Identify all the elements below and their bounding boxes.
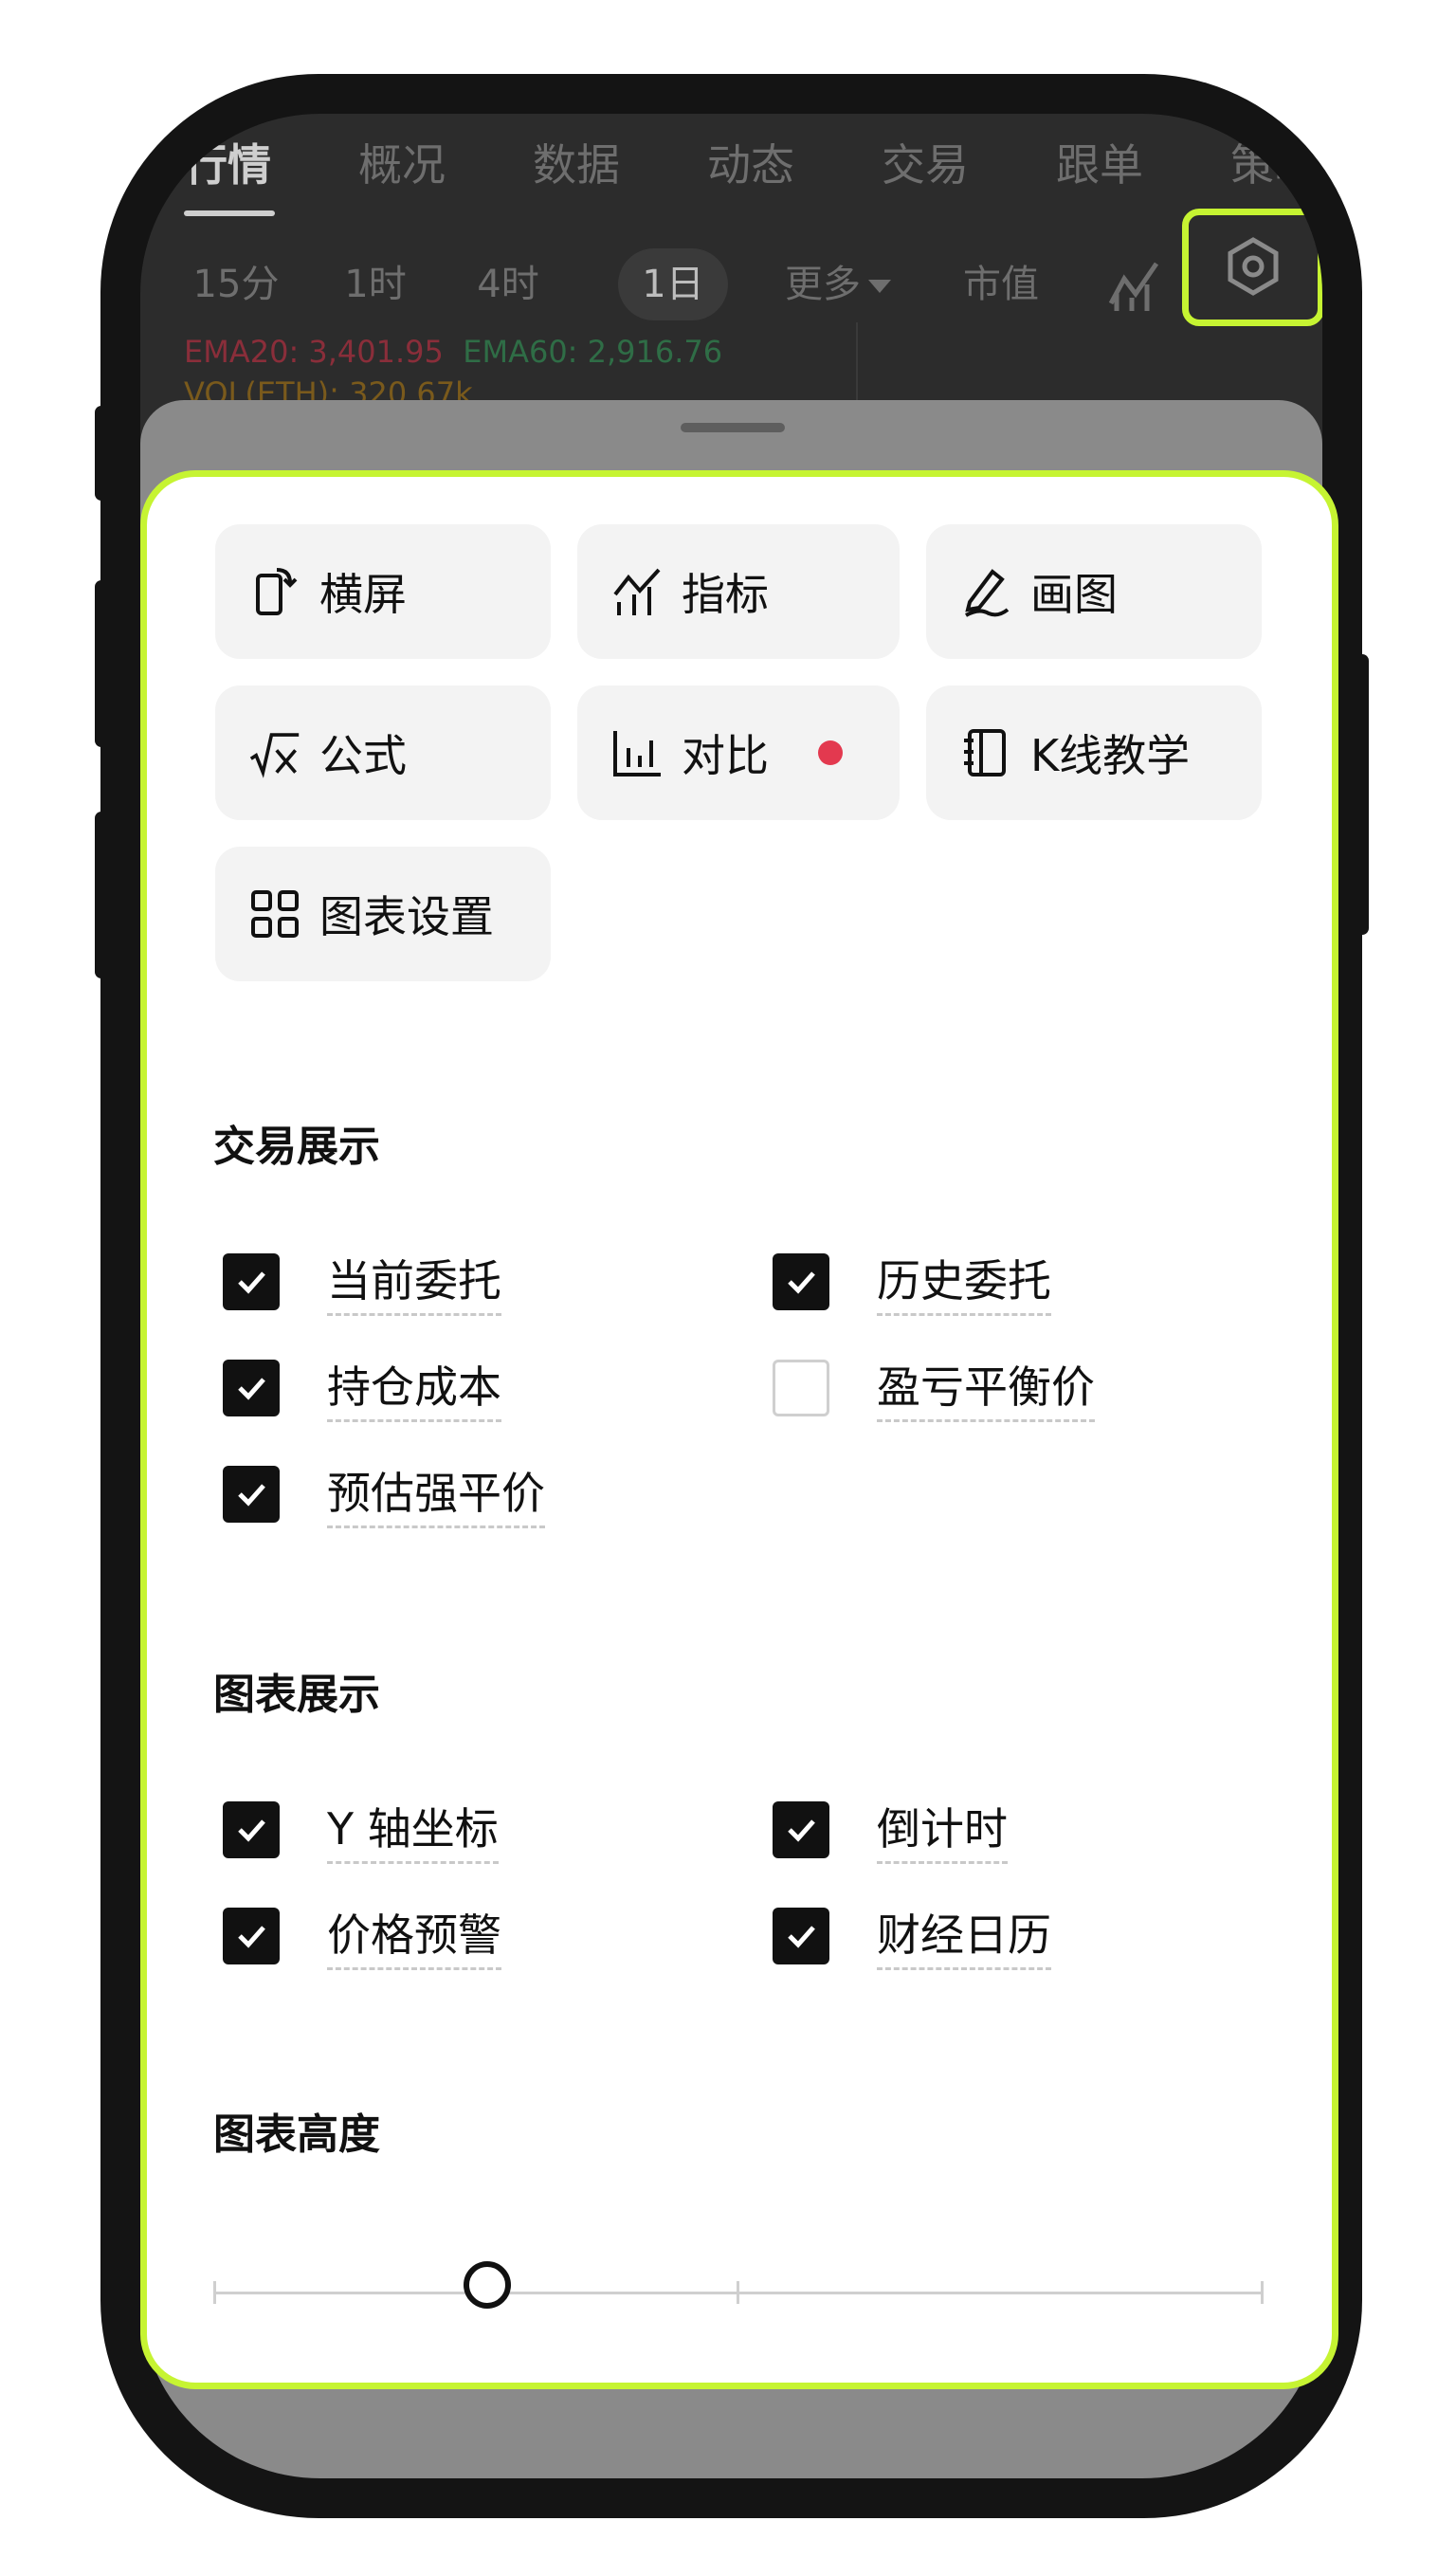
option-price-alert[interactable]: 价格预警 <box>223 1901 501 1970</box>
checkbox-checked[interactable] <box>223 1465 280 1523</box>
option-y-axis[interactable]: Y 轴坐标 <box>223 1795 499 1864</box>
timeframe-1h[interactable]: 1时 <box>330 248 421 320</box>
chart-settings-button[interactable] <box>1182 209 1322 326</box>
checkbox-checked[interactable] <box>773 1252 829 1310</box>
tab-market[interactable]: 行情 <box>184 131 271 193</box>
rotate-screen-icon <box>249 566 300 617</box>
option-countdown[interactable]: 倒计时 <box>773 1795 1008 1864</box>
checkbox-checked[interactable] <box>223 1800 280 1858</box>
checkbox-checked[interactable] <box>773 1907 829 1964</box>
kline-tutorial-button[interactable]: K线教学 <box>926 685 1262 820</box>
ema20-value: EMA20: 3,401.95 <box>184 334 444 370</box>
timeframe-15m[interactable]: 15分 <box>184 248 288 320</box>
phone-button-mute <box>95 406 108 501</box>
compare-label: 对比 <box>682 730 769 781</box>
phone-button-volume-down <box>95 812 108 978</box>
option-label: Y 轴坐标 <box>327 1795 499 1864</box>
ema-readout: EMA20: 3,401.95 EMA60: 2,916.76 <box>184 334 722 370</box>
book-icon <box>960 727 1011 778</box>
checkbox-unchecked[interactable] <box>773 1359 829 1416</box>
timeframe-market-cap[interactable]: 市值 <box>954 248 1048 320</box>
phone-button-volume-up <box>95 580 108 747</box>
tab-feed[interactable]: 动态 <box>707 131 794 193</box>
chart-settings-grid-button[interactable]: 图表设置 <box>215 847 551 981</box>
slider-tick-mid <box>737 2281 739 2304</box>
trade-display-title: 交易展示 <box>213 1123 380 1171</box>
chart-height-slider-knob[interactable] <box>464 2261 511 2309</box>
option-label: 盈亏平衡价 <box>877 1353 1095 1422</box>
caret-down-icon <box>868 280 891 293</box>
slider-tick-min <box>213 2281 216 2304</box>
chart-settings-panel: 横屏 指标 画图 公式 对比 K线教学 图表设置 交易展示 当前委托 历史委托 … <box>140 470 1338 2389</box>
slider-tick-max <box>1261 2281 1264 2304</box>
timeframe-4h[interactable]: 4时 <box>463 248 554 320</box>
checkbox-checked[interactable] <box>223 1359 280 1416</box>
grid-settings-icon <box>249 888 300 940</box>
formula-icon <box>249 727 300 778</box>
tab-strategy[interactable]: 策略 <box>1230 131 1318 193</box>
hexagon-gear-icon <box>1228 237 1279 296</box>
chart-display-title: 图表展示 <box>213 1671 380 1719</box>
option-breakeven-price[interactable]: 盈亏平衡价 <box>773 1353 1095 1422</box>
landscape-button[interactable]: 横屏 <box>215 524 551 659</box>
landscape-label: 横屏 <box>319 569 407 620</box>
option-position-cost[interactable]: 持仓成本 <box>223 1353 501 1422</box>
top-tab-bar: 行情 概况 数据 动态 交易 跟单 策略 <box>140 114 1322 228</box>
compare-button[interactable]: 对比 <box>577 685 900 820</box>
draw-button[interactable]: 画图 <box>926 524 1262 659</box>
checkbox-checked[interactable] <box>223 1907 280 1964</box>
indicator-label: 指标 <box>682 569 769 620</box>
option-current-orders[interactable]: 当前委托 <box>223 1247 501 1316</box>
kline-tutorial-label: K线教学 <box>1030 730 1191 781</box>
pen-draw-icon <box>960 566 1011 617</box>
active-tab-indicator <box>184 210 275 216</box>
sheet-drag-handle[interactable] <box>681 423 785 432</box>
chart-settings-label: 图表设置 <box>319 891 494 942</box>
phone-button-power <box>1356 654 1369 935</box>
option-label: 历史委托 <box>877 1247 1051 1316</box>
timeframe-more[interactable]: 更多 <box>772 248 904 320</box>
tab-overview[interactable]: 概况 <box>358 131 446 193</box>
option-label: 价格预警 <box>327 1901 501 1970</box>
option-order-history[interactable]: 历史委托 <box>773 1247 1051 1316</box>
indicator-button[interactable]: 指标 <box>577 524 900 659</box>
new-badge-dot <box>818 740 843 765</box>
chart-type-icon[interactable] <box>1107 256 1160 313</box>
option-label: 预估强平价 <box>327 1459 545 1528</box>
chart-height-title: 图表高度 <box>213 2110 380 2159</box>
chart-divider <box>856 322 858 408</box>
tab-trade[interactable]: 交易 <box>882 131 969 193</box>
draw-label: 画图 <box>1030 569 1118 620</box>
formula-label: 公式 <box>319 730 407 781</box>
formula-button[interactable]: 公式 <box>215 685 551 820</box>
option-label: 财经日历 <box>877 1901 1051 1970</box>
option-label: 持仓成本 <box>327 1353 501 1422</box>
more-label: 更多 <box>785 263 861 306</box>
ema60-value: EMA60: 2,916.76 <box>463 334 723 370</box>
option-economic-calendar[interactable]: 财经日历 <box>773 1901 1051 1970</box>
option-label: 当前委托 <box>327 1247 501 1316</box>
tab-copy-trade[interactable]: 跟单 <box>1056 131 1143 193</box>
indicator-icon <box>611 566 663 617</box>
option-estimated-liquidation[interactable]: 预估强平价 <box>223 1459 545 1528</box>
option-label: 倒计时 <box>877 1795 1008 1864</box>
checkbox-checked[interactable] <box>223 1252 280 1310</box>
compare-bars-icon <box>611 727 663 778</box>
timeframe-1d[interactable]: 1日 <box>618 248 728 320</box>
tab-data[interactable]: 数据 <box>533 131 620 193</box>
checkbox-checked[interactable] <box>773 1800 829 1858</box>
